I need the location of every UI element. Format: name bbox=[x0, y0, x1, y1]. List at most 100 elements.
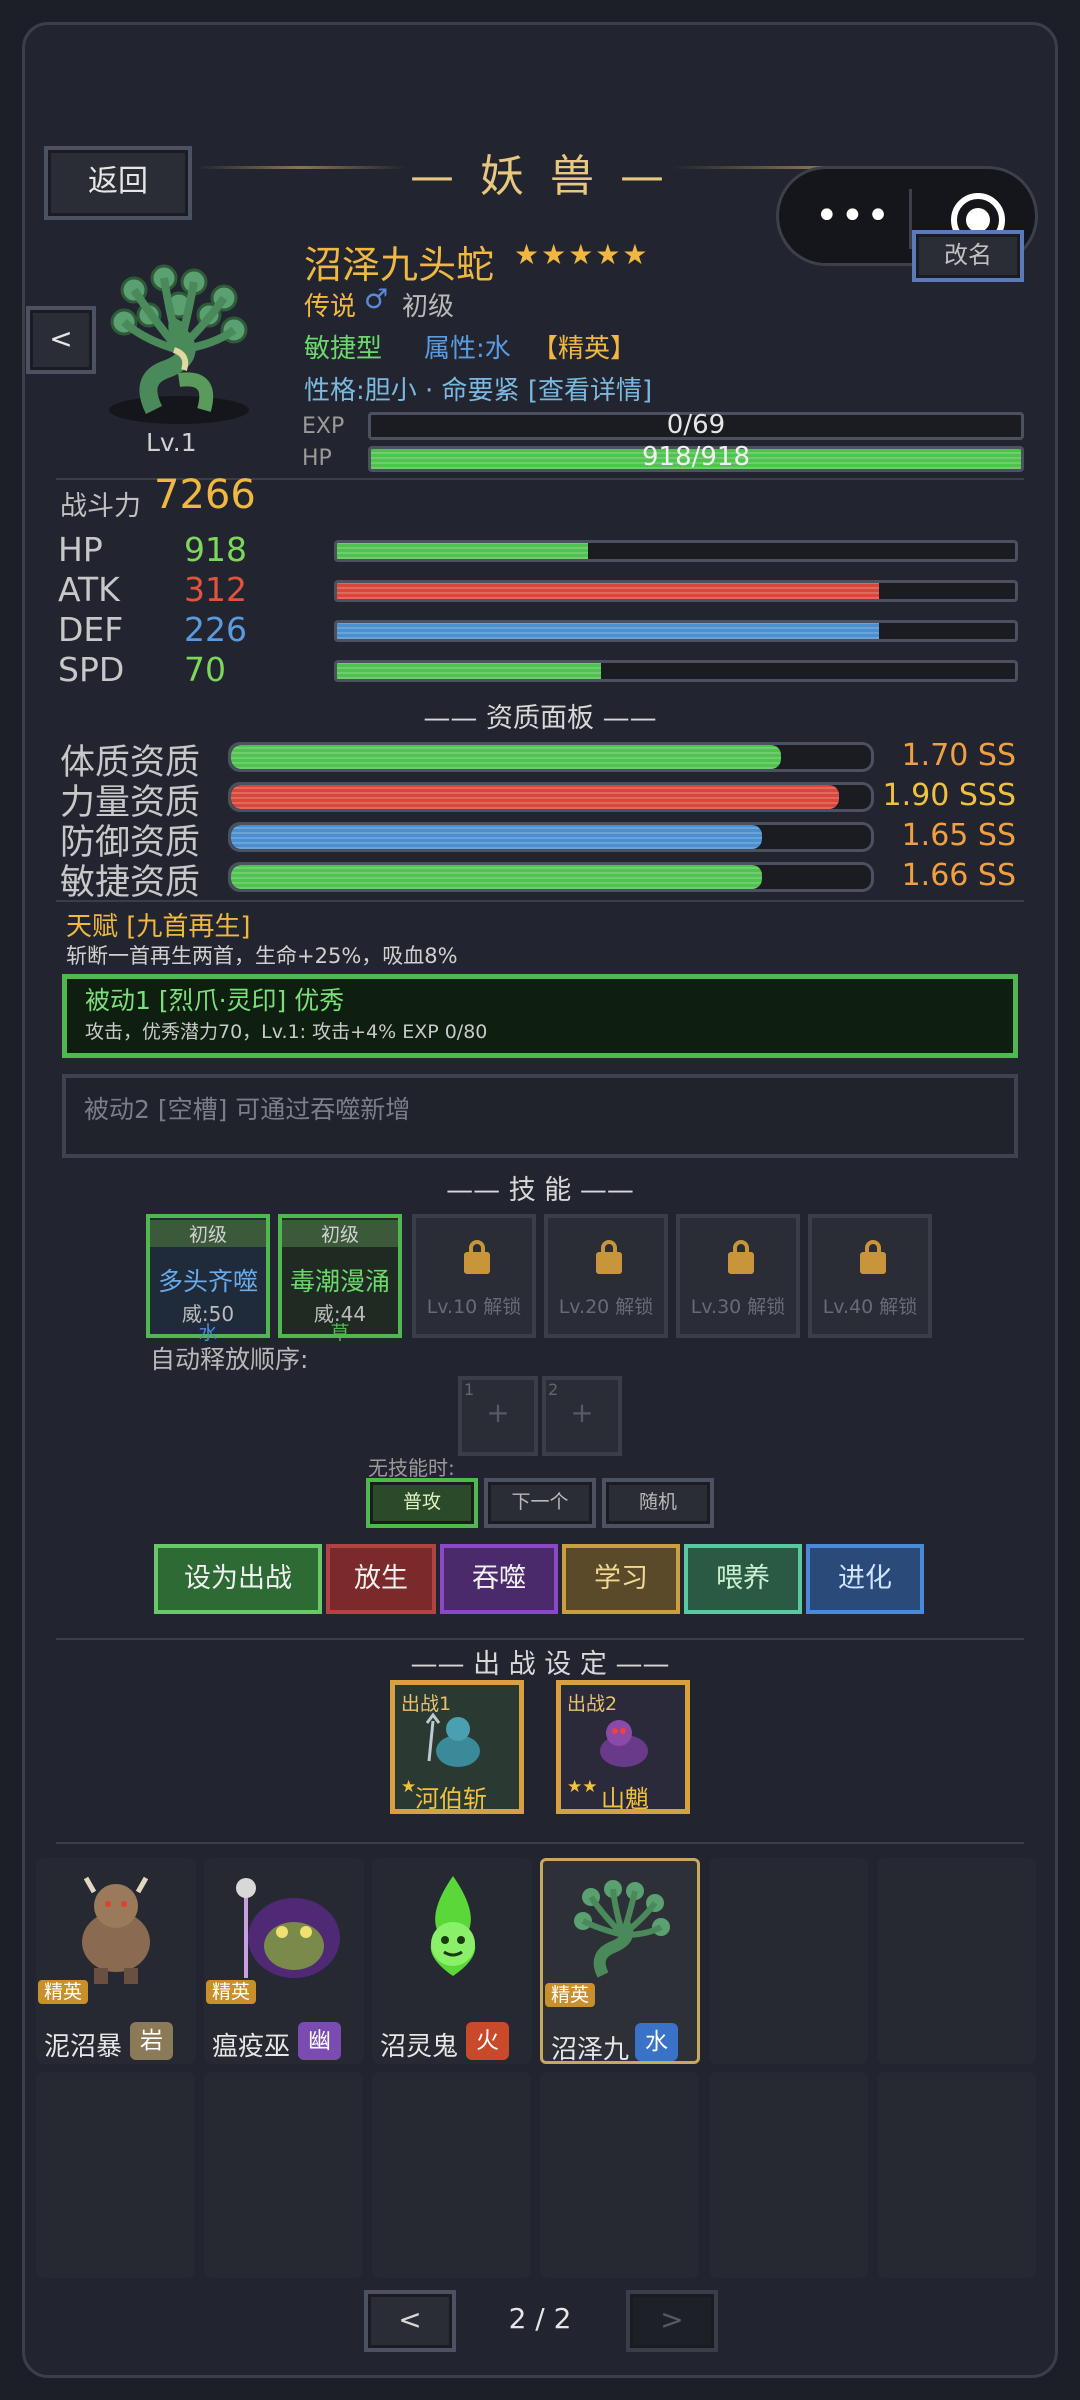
pet-level: Lv.1 bbox=[146, 428, 197, 457]
river-monster-icon bbox=[425, 1712, 480, 1767]
element-badge: 幽 bbox=[298, 2022, 341, 2060]
skill-level: 初级 bbox=[150, 1220, 266, 1247]
empty-pet-slot bbox=[710, 2072, 868, 2278]
unlock-level: Lv.40 解锁 bbox=[822, 1296, 918, 1318]
auto-order-label: 自动释放顺序: bbox=[150, 1345, 309, 1374]
pet-card[interactable]: 精英 泥沼暴 岩 bbox=[36, 1858, 196, 2064]
aptitude-bar bbox=[228, 822, 874, 852]
pet-personality[interactable]: 性格:胆小 · 命要紧 [查看详情] bbox=[304, 370, 652, 407]
aptitude-value: 1.70 SS bbox=[901, 738, 1016, 773]
empty-pet-slot bbox=[36, 2072, 194, 2278]
stat-bar bbox=[334, 660, 1018, 682]
stat-bar-fill bbox=[337, 583, 880, 599]
stat-bar bbox=[334, 580, 1018, 602]
element-badge: 火 bbox=[466, 2022, 509, 2060]
locked-skill-slot: Lv.10 解锁 bbox=[412, 1214, 536, 1338]
talent-title: 天赋 [九首再生] bbox=[66, 912, 251, 942]
element-badge: 水 bbox=[635, 2023, 678, 2061]
empty-pet-slot bbox=[710, 1858, 868, 2064]
aptitude-value: 1.65 SS bbox=[901, 818, 1016, 853]
stat-label: SPD bbox=[58, 650, 125, 689]
elite-tag: 精英 bbox=[545, 1983, 596, 2007]
battle-slot-name: 山魈 bbox=[601, 1785, 649, 1813]
empty-pet-slot bbox=[372, 2072, 530, 2278]
skill-name: 多头齐噬 bbox=[157, 1267, 258, 1296]
hydra-portrait bbox=[109, 264, 249, 424]
stat-bar bbox=[334, 540, 1018, 562]
battle-slot-2[interactable]: 出战2 ★★ 山魈 bbox=[556, 1680, 690, 1814]
page-indicator: 2 / 2 bbox=[508, 2302, 572, 2335]
exp-text: 0/69 bbox=[666, 410, 726, 440]
aptitude-bar bbox=[228, 782, 874, 812]
locked-skill-slot: Lv.20 解锁 bbox=[544, 1214, 668, 1338]
pet-card[interactable]: 精英 瘟疫巫 幽 bbox=[204, 1858, 364, 2064]
mud-brute-icon bbox=[82, 1876, 150, 1984]
mountain-demon-icon bbox=[600, 1720, 648, 1767]
swamp-ghost-icon bbox=[430, 1876, 476, 1976]
stat-value: 226 bbox=[184, 610, 247, 649]
deploy-button[interactable]: 设为出战 bbox=[154, 1544, 322, 1614]
option-next[interactable]: 下一个 bbox=[484, 1478, 596, 1528]
hydra-icon bbox=[574, 1880, 670, 1978]
stat-bar-fill bbox=[337, 663, 602, 679]
order-slot-2[interactable]: 2 + bbox=[542, 1376, 622, 1456]
divider bbox=[56, 1638, 1024, 1640]
aptitude-bar bbox=[228, 862, 874, 892]
passive2-title: 被动2 [空槽] 可通过吞噬新增 bbox=[84, 1095, 411, 1124]
exp-label: EXP bbox=[302, 414, 345, 439]
feed-button[interactable]: 喂养 bbox=[684, 1544, 802, 1614]
lock-icon bbox=[596, 1240, 622, 1274]
aptitude-bar-fill bbox=[231, 825, 763, 849]
release-button[interactable]: 放生 bbox=[326, 1544, 436, 1614]
prev-pet-button[interactable]: < bbox=[26, 306, 96, 374]
more-icon[interactable]: ••• bbox=[815, 196, 892, 236]
divider bbox=[56, 1842, 1024, 1844]
passive1-panel[interactable]: 被动1 [烈爪·灵印] 优秀 攻击，优秀潜力70，Lv.1: 攻击+4% EXP… bbox=[62, 974, 1018, 1058]
aptitude-bar-fill bbox=[231, 785, 839, 809]
pet-name: 沼泽九头蛇 bbox=[304, 243, 495, 287]
plague-witch-icon bbox=[236, 1878, 340, 1978]
lock-icon bbox=[860, 1240, 886, 1274]
unlock-level: Lv.30 解锁 bbox=[690, 1296, 786, 1318]
pet-card-name: 沼泽九 bbox=[551, 2035, 630, 2065]
locked-skill-slot: Lv.30 解锁 bbox=[676, 1214, 800, 1338]
rename-button[interactable]: 改名 bbox=[912, 230, 1024, 282]
aptitude-bar-fill bbox=[231, 865, 763, 889]
battle-title: —— 出 战 设 定 —— bbox=[410, 1649, 670, 1680]
gender-icon: ♂ bbox=[364, 284, 389, 315]
learn-button[interactable]: 学习 bbox=[562, 1544, 680, 1614]
unlock-level: Lv.10 解锁 bbox=[426, 1296, 522, 1318]
stat-label: ATK bbox=[58, 570, 120, 609]
no-skill-label: 无技能时: bbox=[368, 1456, 455, 1480]
prev-page-button[interactable]: < bbox=[364, 2290, 456, 2352]
option-normal-attack[interactable]: 普攻 bbox=[366, 1478, 478, 1528]
devour-button[interactable]: 吞噬 bbox=[440, 1544, 558, 1614]
battle-slot-1[interactable]: 出战1 ★ 河伯斩 bbox=[390, 1680, 524, 1814]
pet-card-name: 沼灵鬼 bbox=[380, 2032, 459, 2062]
empty-pet-slot bbox=[878, 2072, 1036, 2278]
skills-title: —— 技 能 —— bbox=[446, 1175, 634, 1206]
power-label: 战斗力 bbox=[60, 491, 141, 522]
pet-card-selected[interactable]: 精英 沼泽九 水 bbox=[540, 1858, 700, 2065]
elite-tag: 精英 bbox=[206, 1980, 257, 2004]
pet-card[interactable]: 沼灵鬼 火 bbox=[372, 1858, 532, 2064]
stat-value: 312 bbox=[184, 570, 247, 609]
stat-bar-fill bbox=[337, 543, 588, 559]
aptitude-title: —— 资质面板 —— bbox=[423, 703, 657, 734]
evolve-button[interactable]: 进化 bbox=[806, 1544, 924, 1614]
empty-pet-slot bbox=[540, 2072, 698, 2278]
pet-card-name: 泥沼暴 bbox=[44, 2032, 123, 2062]
pet-elite: 【精英】 bbox=[532, 334, 637, 364]
hp-text: 918/918 bbox=[641, 442, 750, 472]
skill-slot-1[interactable]: 初级 多头齐噬 威:50 水 bbox=[146, 1214, 270, 1344]
passive2-panel[interactable]: 被动2 [空槽] 可通过吞噬新增 bbox=[62, 1074, 1018, 1158]
pet-stage: 初级 bbox=[402, 292, 455, 322]
battle-slot-name: 河伯斩 bbox=[415, 1785, 487, 1813]
add-icon: + bbox=[570, 1396, 594, 1429]
lock-icon bbox=[464, 1240, 490, 1274]
skill-slot-2[interactable]: 初级 毒潮漫涌 威:44 草 bbox=[278, 1214, 402, 1344]
next-page-button[interactable]: > bbox=[626, 2290, 718, 2352]
order-slot-1[interactable]: 1 + bbox=[458, 1376, 538, 1456]
passive1-title: 被动1 [烈爪·灵印] 优秀 bbox=[85, 986, 345, 1015]
option-random[interactable]: 随机 bbox=[602, 1478, 714, 1528]
